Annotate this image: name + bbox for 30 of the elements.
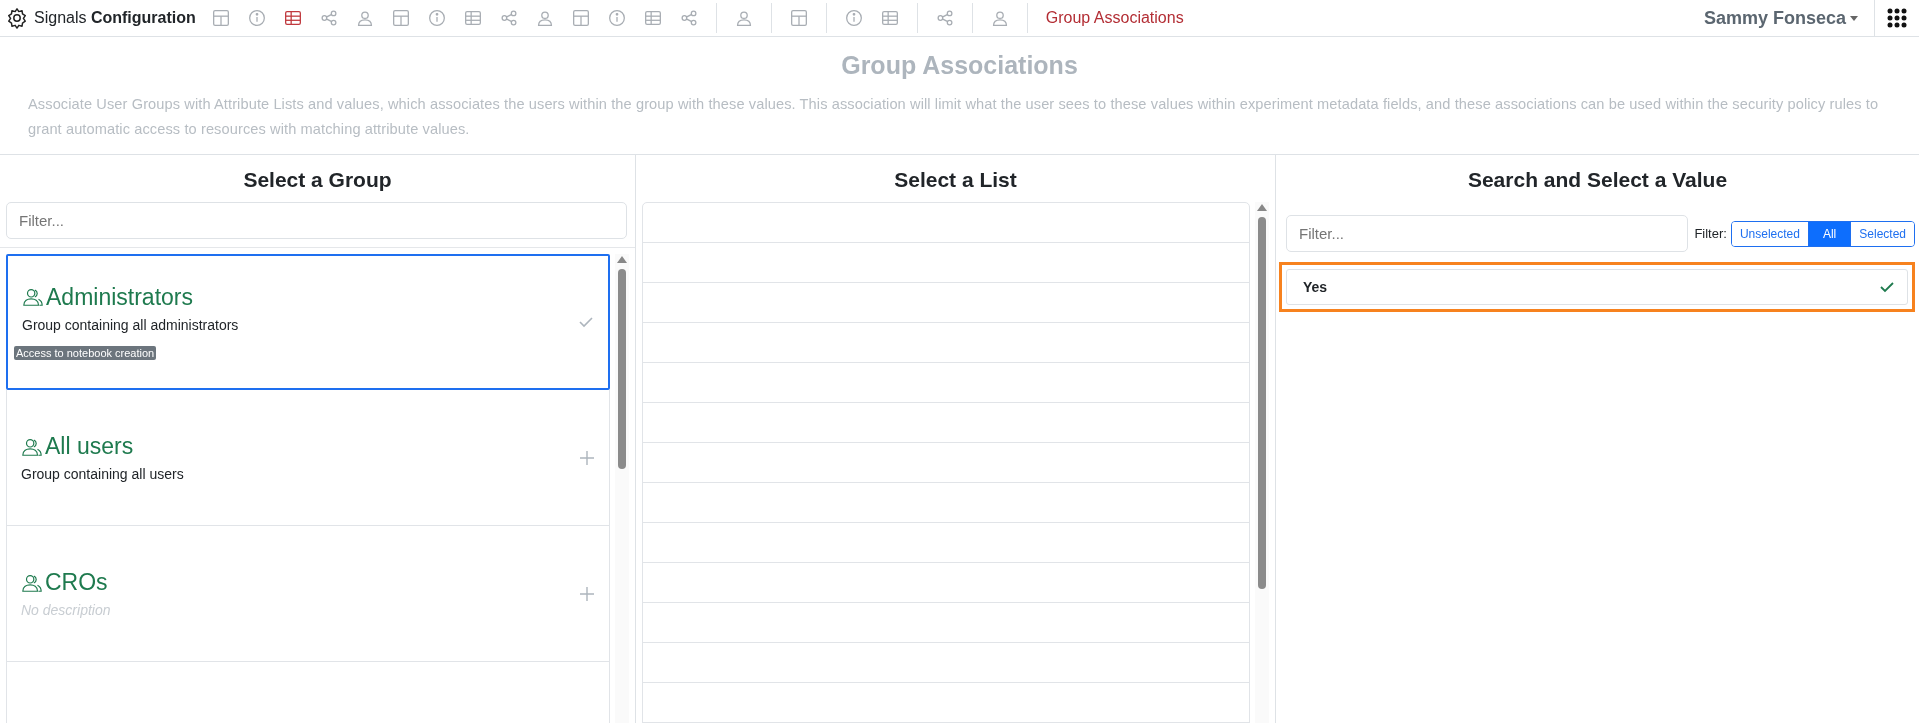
user-menu[interactable]: Sammy Fonseca <box>1693 7 1868 29</box>
filter-tab[interactable]: Selected <box>1850 221 1914 246</box>
column-heading: Select a Group <box>242 167 393 193</box>
group-name: All users <box>45 433 134 460</box>
group-description: Group containing all administrators <box>22 316 240 333</box>
caret-icon <box>1850 15 1858 21</box>
group-tag: Access to notebook creation <box>14 345 157 360</box>
page-description: Associate User Groups with Attribute Lists and values, which associates the users within the group with these values. This association will limit what the user sees to these values within experiment metadata fields, and these associations can be used within the security policy rules to grant automatic access to resources with matching attribute values. <box>28 95 1880 139</box>
breadcrumb-link[interactable]: Group Associations <box>1045 9 1184 27</box>
scrollbar[interactable] <box>615 254 629 723</box>
column-heading: Search and Select a Value <box>1466 167 1729 193</box>
filter-tab[interactable]: All <box>1807 221 1851 246</box>
group-description: Group containing all users <box>21 466 185 482</box>
group-name: Administrators <box>46 283 193 311</box>
gear-icon <box>6 7 28 29</box>
group-item[interactable]: All users Group containing all users <box>6 390 610 526</box>
app-title: Signals Configuration <box>34 9 196 27</box>
plus-icon <box>579 449 595 466</box>
filter-field[interactable]: Filter... <box>1286 215 1689 252</box>
group-name: CROs <box>45 569 108 596</box>
filter-field[interactable]: Filter... <box>6 202 627 239</box>
value-item[interactable]: Yes <box>1286 269 1908 305</box>
plus-icon <box>579 585 595 602</box>
check-icon <box>578 314 594 330</box>
column-heading: Select a List <box>893 167 1018 193</box>
scrollbar[interactable] <box>1255 202 1269 723</box>
users-icon <box>22 286 44 308</box>
group-item[interactable]: Administrators Group containing all administrators Access to notebook creation <box>6 254 610 390</box>
filter-label: Filter: <box>1694 226 1727 241</box>
page-title: Group Associations <box>840 51 1079 80</box>
